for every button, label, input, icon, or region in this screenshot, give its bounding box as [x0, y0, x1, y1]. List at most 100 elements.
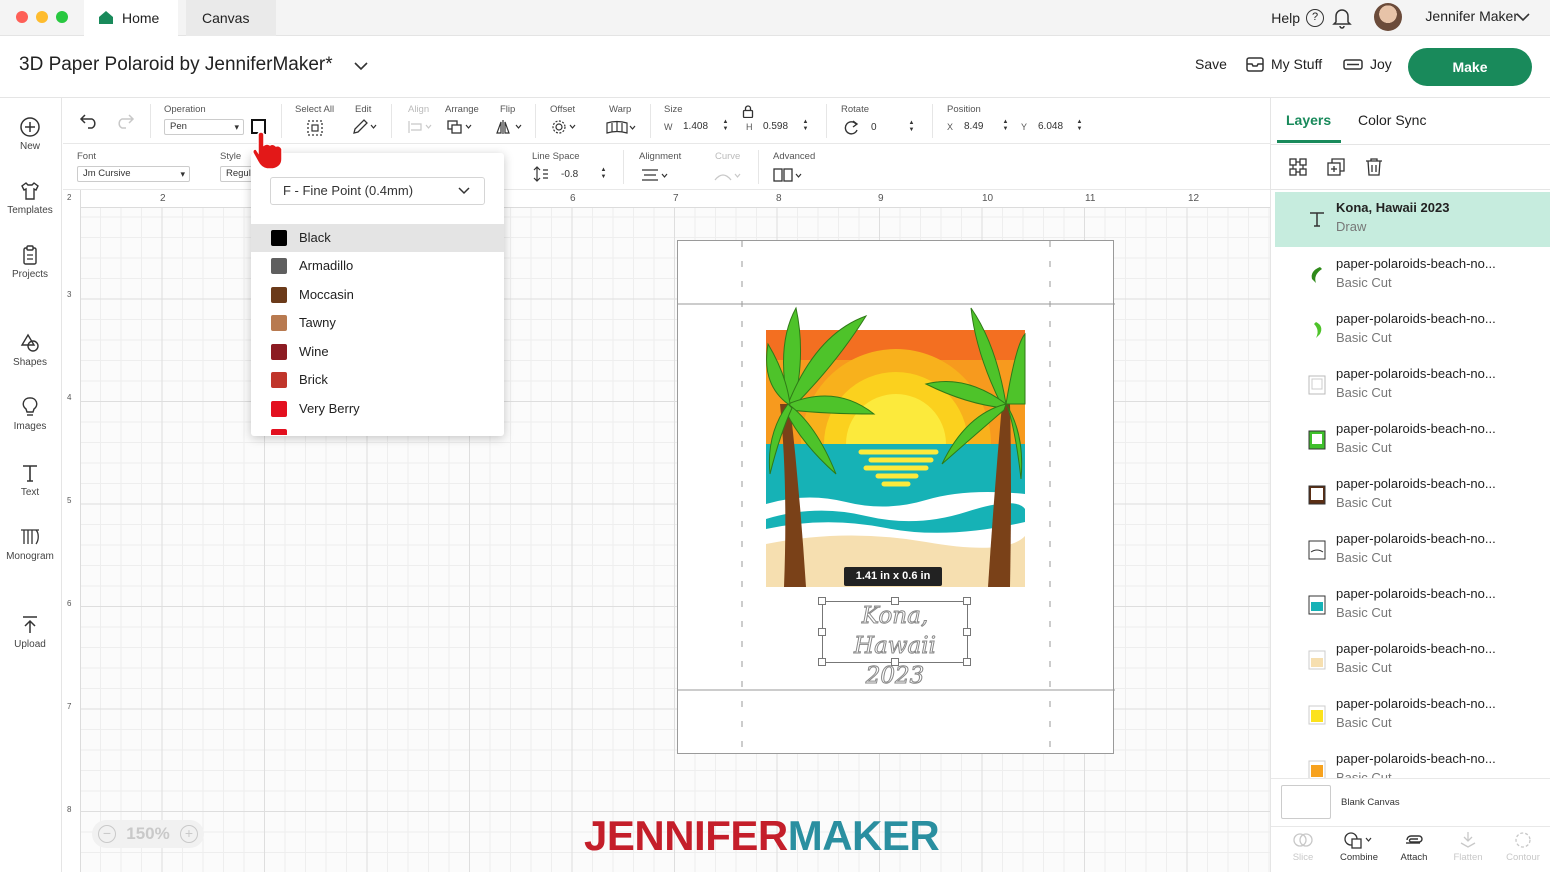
zoom-in-button[interactable]: + [179, 825, 198, 843]
trash-icon[interactable] [1364, 157, 1384, 177]
resize-handle[interactable] [891, 597, 899, 605]
flatten-button[interactable]: Flatten [1440, 831, 1496, 863]
x-stepper[interactable]: ▲ ▼ [1001, 119, 1010, 135]
zoom-out-button[interactable]: − [98, 825, 116, 843]
attach-button[interactable]: Attach [1386, 831, 1442, 863]
arrange-icon[interactable] [447, 119, 473, 135]
width-stepper[interactable]: ▲ ▼ [721, 119, 730, 135]
pen-color-tawny[interactable]: Tawny [251, 309, 504, 337]
tab-color-sync[interactable]: Color Sync [1358, 112, 1426, 128]
color-name: Black [299, 230, 331, 245]
my-stuff-button[interactable]: My Stuff [1246, 56, 1322, 72]
bell-icon[interactable] [1332, 7, 1352, 29]
rotate-stepper[interactable]: ▲ ▼ [907, 120, 916, 136]
layer-row-kona-text[interactable]: Kona, Hawaii 2023 Draw [1275, 192, 1550, 247]
pen-color-moccasin[interactable]: Moccasin [251, 281, 504, 309]
selection-box[interactable] [818, 597, 971, 666]
pen-color-wine[interactable]: Wine [251, 338, 504, 366]
undo-icon[interactable] [79, 113, 99, 129]
height-input[interactable]: 0.598 [763, 119, 788, 135]
y-stepper[interactable]: ▲ ▼ [1075, 119, 1084, 135]
maximize-window-button[interactable] [56, 11, 68, 23]
resize-handle[interactable] [891, 658, 899, 666]
align-label: Align [408, 104, 430, 115]
tab-layers[interactable]: Layers [1286, 112, 1331, 128]
offset-icon[interactable] [551, 119, 579, 135]
combine-button[interactable]: Combine [1331, 831, 1387, 863]
layer-row[interactable]: paper-polaroids-beach-no... Basic Cut [1275, 578, 1550, 633]
project-title[interactable]: 3D Paper Polaroid by JenniferMaker* [19, 54, 333, 76]
avatar[interactable] [1374, 3, 1402, 31]
flatten-icon [1460, 832, 1476, 848]
x-input[interactable]: 8.49 [964, 119, 983, 135]
nav-monogram[interactable]: Monogram [0, 526, 60, 562]
tab-home[interactable]: Home [84, 0, 178, 36]
tab-canvas[interactable]: Canvas [186, 0, 276, 36]
nav-upload[interactable]: Upload [0, 614, 60, 650]
h-label: H [746, 122, 753, 132]
resize-handle[interactable] [963, 628, 971, 636]
duplicate-icon[interactable] [1326, 157, 1346, 177]
pen-color-armadillo[interactable]: Armadillo [251, 252, 504, 280]
save-button[interactable]: Save [1195, 56, 1227, 72]
pencil-icon[interactable] [351, 119, 377, 135]
layer-row[interactable]: paper-polaroids-beach-no... Basic Cut [1275, 303, 1550, 358]
nav-text[interactable]: Text [0, 462, 60, 498]
nav-new[interactable]: New [0, 116, 60, 152]
rotate-icon[interactable] [842, 119, 860, 136]
user-name[interactable]: Jennifer Maker [1425, 0, 1518, 36]
beach-sunset-image[interactable] [766, 304, 1026, 588]
contour-button[interactable]: Contour [1495, 831, 1550, 863]
nav-new-label: New [19, 141, 40, 152]
close-window-button[interactable] [16, 11, 28, 23]
text-align-icon[interactable] [641, 168, 671, 182]
help-button[interactable]: Help ? [1271, 0, 1324, 36]
height-stepper[interactable]: ▲ ▼ [801, 119, 810, 135]
rotate-input[interactable]: 0 [871, 120, 877, 136]
redo-icon[interactable] [115, 113, 135, 129]
nav-templates[interactable]: Templates [0, 180, 60, 216]
nav-images[interactable]: Images [0, 396, 60, 432]
color-name: Tawny [299, 315, 336, 330]
flip-icon[interactable] [496, 119, 524, 135]
layer-row[interactable]: paper-polaroids-beach-no... Basic Cut [1275, 248, 1550, 303]
resize-handle[interactable] [818, 597, 826, 605]
layer-row[interactable]: paper-polaroids-beach-no... Basic Cut [1275, 743, 1550, 778]
advanced-icon[interactable] [773, 168, 805, 182]
width-input[interactable]: 1.408 [683, 119, 708, 135]
warp-icon[interactable] [606, 120, 638, 136]
resize-handle[interactable] [963, 597, 971, 605]
make-button[interactable]: Make [1408, 48, 1532, 86]
chevron-down-icon[interactable] [354, 62, 368, 71]
resize-handle[interactable] [818, 658, 826, 666]
pen-color-black[interactable]: Black [251, 224, 504, 252]
lock-icon[interactable] [742, 105, 754, 118]
nav-images-label: Images [13, 421, 47, 432]
minimize-window-button[interactable] [36, 11, 48, 23]
font-select[interactable]: Jm Cursive [77, 166, 190, 182]
operation-select[interactable]: Pen [164, 119, 244, 135]
pen-color-brick[interactable]: Brick [251, 366, 504, 394]
machine-button[interactable]: Joy [1343, 56, 1392, 72]
group-icon[interactable] [1288, 157, 1308, 177]
layer-name: paper-polaroids-beach-no... [1336, 366, 1496, 381]
resize-handle[interactable] [818, 628, 826, 636]
pen-color-very-berry[interactable]: Very Berry [251, 395, 504, 423]
layer-row[interactable]: paper-polaroids-beach-no... Basic Cut [1275, 358, 1550, 413]
select-all-icon[interactable] [306, 119, 324, 137]
nav-shapes[interactable]: Shapes [0, 332, 60, 368]
line-space-stepper[interactable]: ▲ ▼ [599, 167, 608, 183]
layer-row[interactable]: paper-polaroids-beach-no... Basic Cut [1275, 523, 1550, 578]
blank-canvas-row[interactable]: Blank Canvas [1271, 778, 1550, 826]
resize-handle[interactable] [963, 658, 971, 666]
y-input[interactable]: 6.048 [1038, 119, 1063, 135]
pen-type-select[interactable]: F - Fine Point (0.4mm) [270, 177, 485, 205]
layer-row[interactable]: paper-polaroids-beach-no... Basic Cut [1275, 468, 1550, 523]
line-space-input[interactable]: -0.8 [561, 167, 578, 183]
layer-row[interactable]: paper-polaroids-beach-no... Basic Cut [1275, 688, 1550, 743]
layer-row[interactable]: paper-polaroids-beach-no... Basic Cut [1275, 633, 1550, 688]
slice-button[interactable]: Slice [1275, 831, 1331, 863]
layer-row[interactable]: paper-polaroids-beach-no... Basic Cut [1275, 413, 1550, 468]
chevron-down-icon[interactable] [1516, 12, 1530, 22]
nav-projects[interactable]: Projects [0, 244, 60, 280]
